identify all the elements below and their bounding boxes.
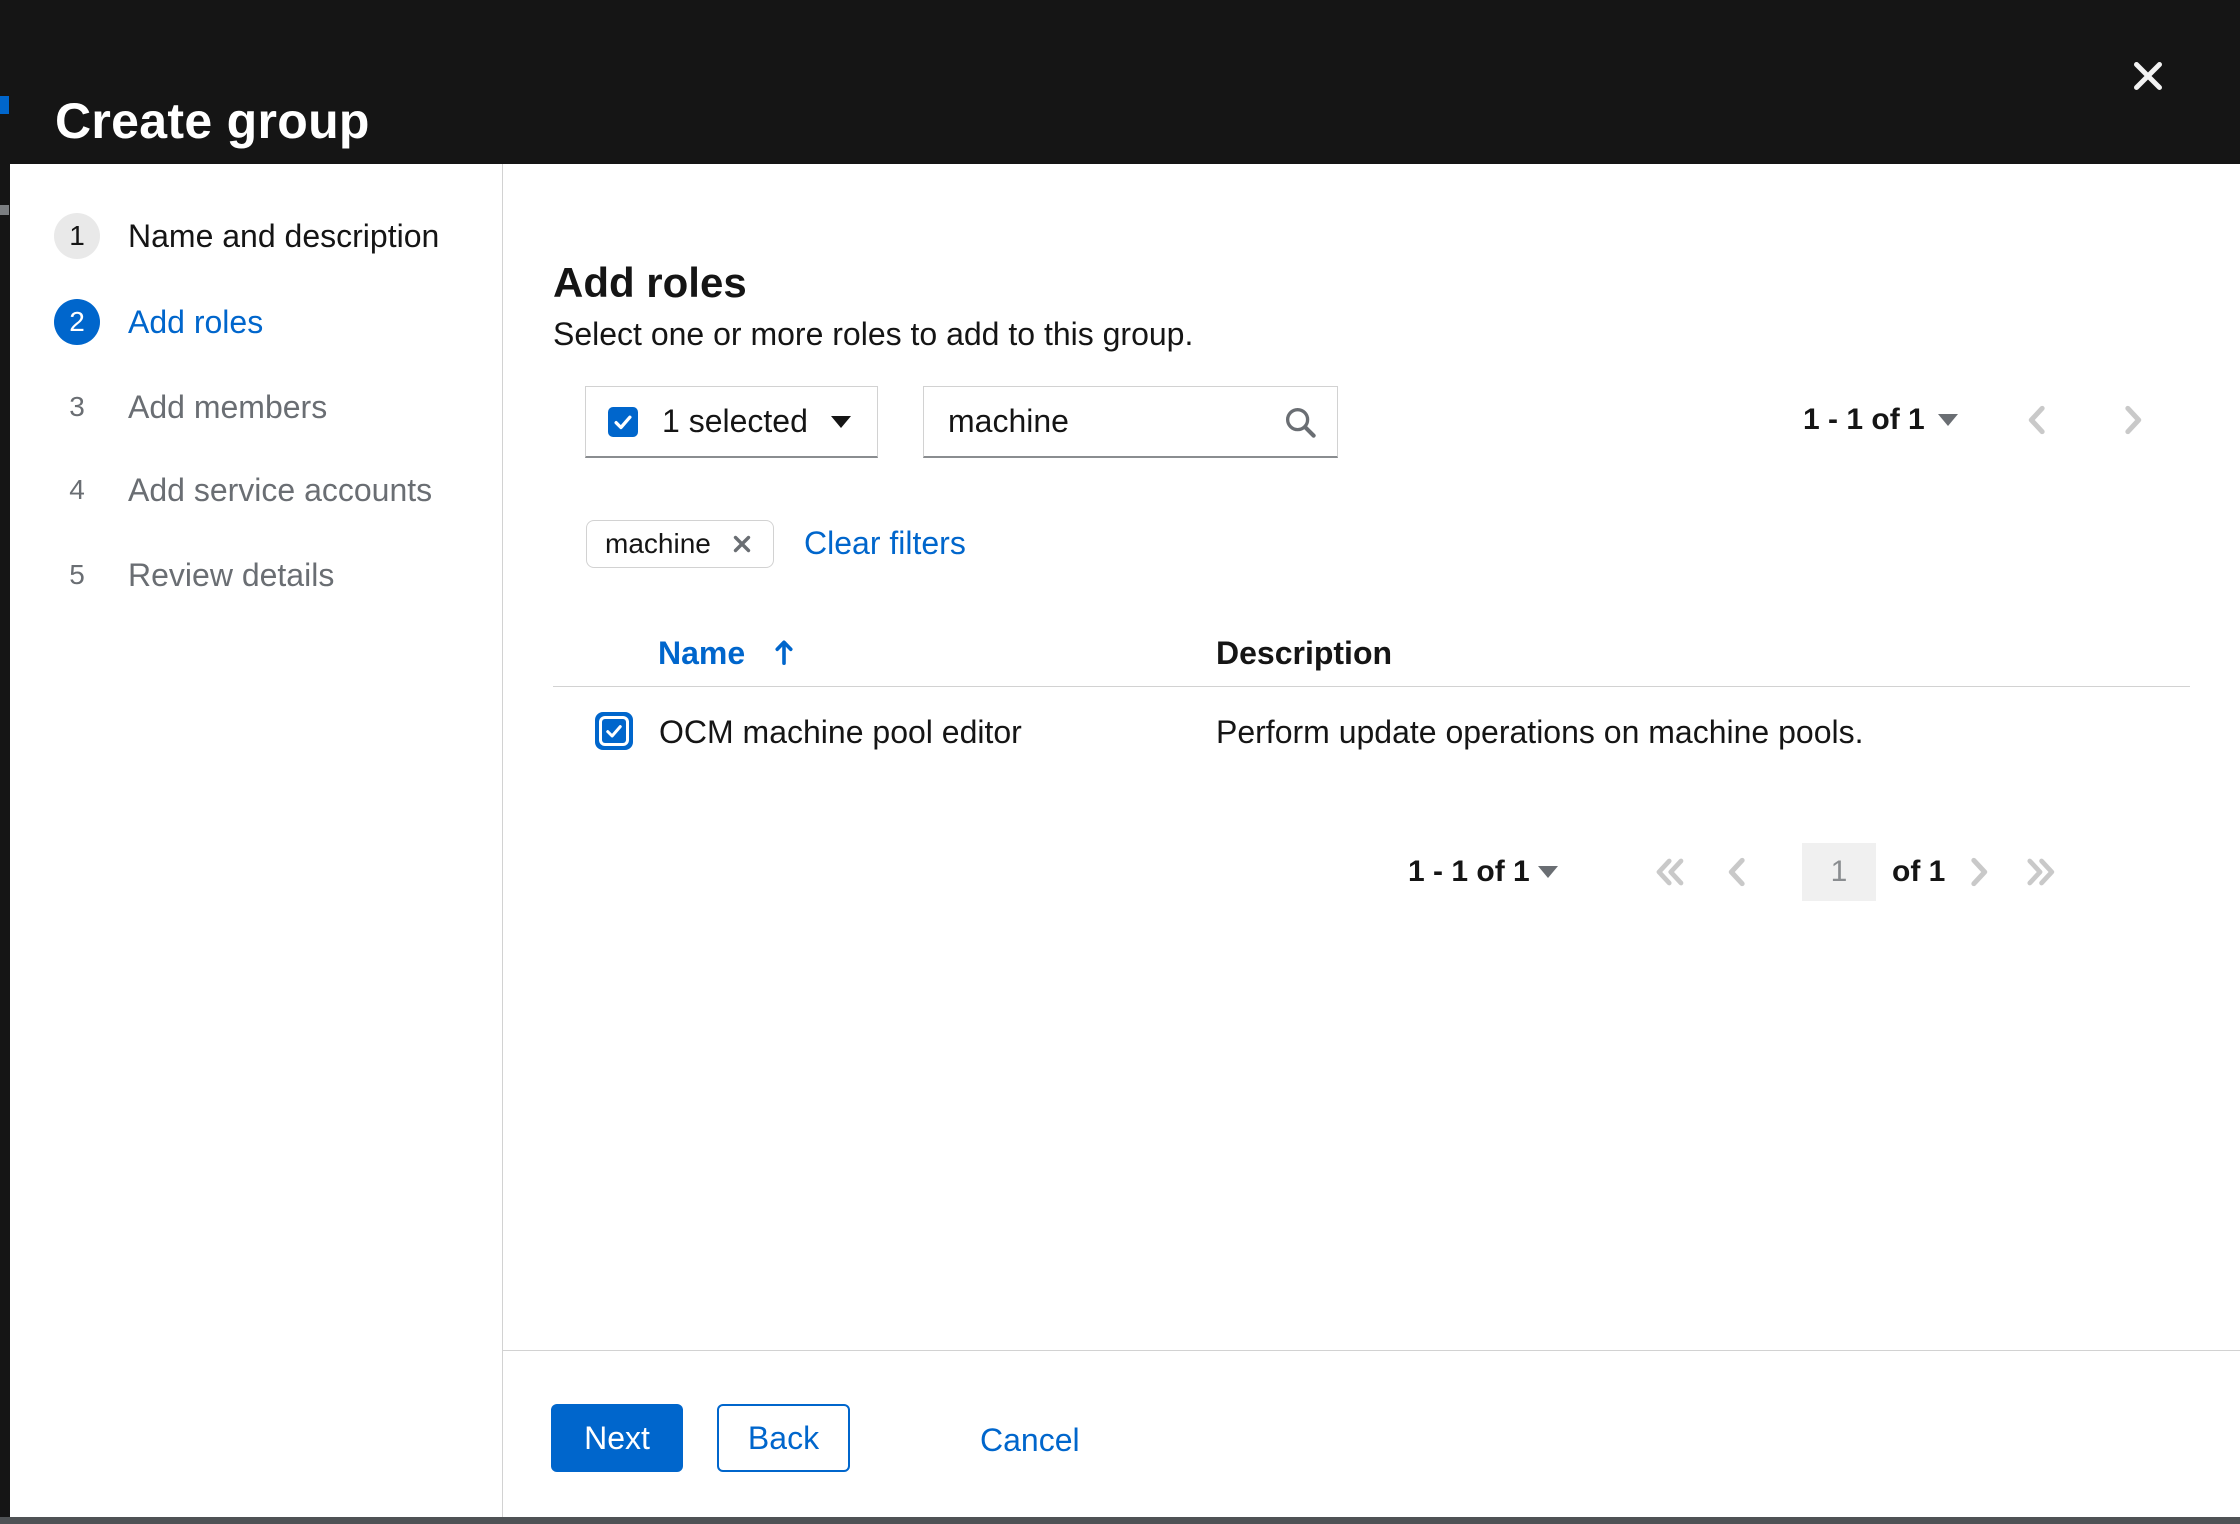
pagination-range-top: 1 - 1 of 1 — [1803, 402, 1925, 438]
wizard-step-add-service-accounts[interactable]: 4 Add service accounts — [10, 466, 502, 514]
step-label: Add roles — [128, 304, 263, 341]
back-button[interactable]: Back — [717, 1404, 850, 1472]
pagination-menu-toggle-top[interactable] — [1938, 414, 1958, 426]
backdrop-fragment-blue — [0, 96, 9, 114]
filter-chip: machine — [586, 520, 774, 568]
search-field — [923, 386, 1338, 458]
page-subtitle: Select one or more roles to add to this … — [553, 312, 1193, 356]
double-angle-left-icon — [1648, 852, 1692, 892]
page-title: Add roles — [553, 257, 747, 309]
step-number-badge: 3 — [54, 384, 100, 430]
step-label: Add service accounts — [128, 472, 432, 509]
close-icon — [729, 531, 755, 557]
wizard-step-add-members[interactable]: 3 Add members — [10, 383, 502, 431]
footer-divider — [503, 1350, 2240, 1351]
role-description-cell: Perform update operations on machine poo… — [1216, 712, 1864, 752]
previous-page-button-top[interactable] — [2016, 398, 2060, 442]
step-label: Review details — [128, 557, 334, 594]
next-page-button[interactable] — [1956, 850, 2000, 894]
clear-filters-link[interactable]: Clear filters — [804, 525, 966, 561]
angle-left-icon — [2018, 400, 2058, 440]
remove-filter-button[interactable] — [729, 531, 755, 557]
step-number-badge: 2 — [54, 299, 100, 345]
search-icon — [1281, 403, 1319, 441]
chevron-down-icon — [831, 416, 851, 428]
check-icon — [602, 719, 626, 743]
angle-right-icon — [2112, 400, 2152, 440]
next-page-button-top[interactable] — [2110, 398, 2154, 442]
pagination-range-bottom: 1 - 1 of 1 — [1408, 854, 1530, 890]
role-name-cell: OCM machine pool editor — [659, 712, 1022, 752]
create-group-modal: Create group 1 Name and description 2 Ad… — [0, 0, 2240, 1524]
wizard-divider — [502, 164, 503, 1517]
column-header-name[interactable]: Name — [658, 633, 745, 673]
wizard-step-name-and-description[interactable]: 1 Name and description — [10, 212, 502, 260]
close-button[interactable] — [2116, 44, 2180, 108]
angle-left-icon — [1718, 852, 1758, 892]
bulk-select-dropdown[interactable]: 1 selected — [585, 386, 878, 458]
double-angle-right-icon — [2018, 852, 2062, 892]
wizard-step-review-details[interactable]: 5 Review details — [10, 551, 502, 599]
step-label: Add members — [128, 389, 327, 426]
previous-page-button[interactable] — [1716, 850, 1760, 894]
modal-body: 1 Name and description 2 Add roles 3 Add… — [10, 164, 2240, 1517]
backdrop-bottom-strip — [0, 1517, 2240, 1524]
angle-right-icon — [1958, 852, 1998, 892]
column-header-description: Description — [1216, 633, 1392, 673]
bulk-select-label: 1 selected — [662, 403, 808, 440]
table-header-divider — [553, 686, 2190, 687]
sort-ascending-icon[interactable] — [772, 636, 796, 668]
step-number-badge: 5 — [54, 552, 100, 598]
page-count-label: of 1 — [1892, 854, 1945, 890]
step-label: Name and description — [128, 218, 439, 255]
next-button[interactable]: Next — [551, 1404, 683, 1472]
check-icon — [612, 411, 634, 433]
pagination-menu-toggle-bottom[interactable] — [1538, 866, 1558, 878]
modal-title: Create group — [55, 91, 370, 151]
last-page-button[interactable] — [2018, 850, 2062, 894]
filter-chip-label: machine — [605, 528, 711, 560]
close-icon — [2125, 53, 2171, 99]
bulk-select-checkbox[interactable] — [608, 407, 638, 437]
step-number-badge: 1 — [54, 213, 100, 259]
current-page-input[interactable] — [1802, 843, 1876, 901]
backdrop-fragment-gray — [0, 205, 9, 215]
row-checkbox[interactable] — [595, 712, 633, 750]
search-input[interactable] — [948, 403, 1248, 440]
step-number-badge: 4 — [54, 467, 100, 513]
cancel-button[interactable]: Cancel — [980, 1420, 1080, 1460]
first-page-button[interactable] — [1648, 850, 1692, 894]
wizard-step-add-roles[interactable]: 2 Add roles — [10, 298, 502, 346]
